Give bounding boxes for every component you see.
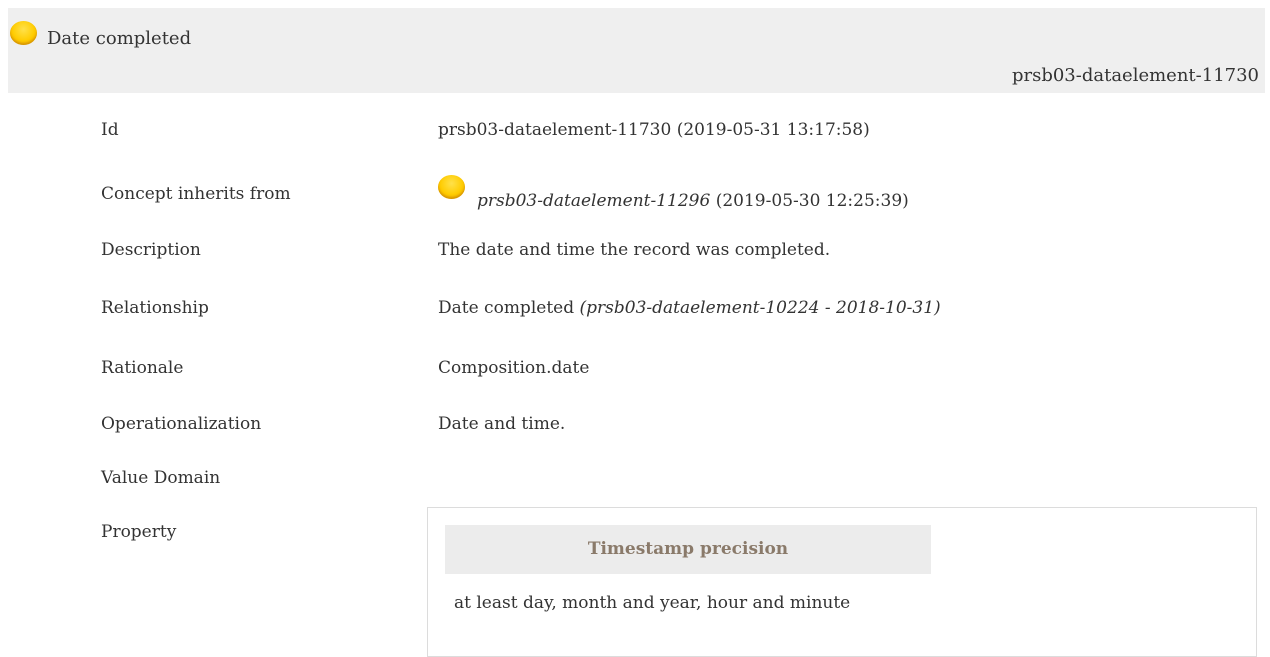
property-value: at least day, month and year, hour and m… <box>454 593 851 613</box>
row-rationale: Rationale Composition.date <box>0 358 1270 388</box>
relationship-ref: (prsb03-dataelement-10224 - 2018-10-31) <box>579 298 941 318</box>
label-property: Property <box>101 522 177 542</box>
label-relationship: Relationship <box>101 298 209 318</box>
property-panel: Timestamp precision at least day, month … <box>427 507 1257 657</box>
inherits-timestamp: (2019-05-30 12:25:39) <box>710 191 909 211</box>
value-rationale: Composition.date <box>438 358 590 378</box>
relationship-name: Date completed <box>438 298 580 318</box>
concept-id: prsb03-dataelement-11730 <box>1011 65 1259 86</box>
inherits-link[interactable]: prsb03-dataelement-11296 <box>477 191 710 211</box>
row-description: Description The date and time the record… <box>0 240 1270 270</box>
label-description: Description <box>101 240 201 260</box>
value-relationship: Date completed (prsb03-dataelement-10224… <box>438 298 941 318</box>
value-inherits: prsb03-dataelement-11296 (2019-05-30 12:… <box>438 175 909 211</box>
value-description: The date and time the record was complet… <box>438 240 831 260</box>
label-operationalization: Operationalization <box>101 414 262 434</box>
label-id: Id <box>101 120 119 140</box>
row-operationalization: Operationalization Date and time. <box>0 414 1270 444</box>
concept-header: Date completed prsb03-dataelement-11730 <box>8 8 1265 93</box>
value-operationalization: Date and time. <box>438 414 566 434</box>
value-id: prsb03-dataelement-11730 (2019-05-31 13:… <box>438 120 870 140</box>
row-id: Id prsb03-dataelement-11730 (2019-05-31 … <box>0 120 1270 150</box>
property-header: Timestamp precision <box>445 525 931 574</box>
row-inherits: Concept inherits from prsb03-dataelement… <box>0 175 1270 214</box>
status-circle-icon <box>10 21 37 45</box>
status-circle-icon <box>438 175 465 199</box>
label-value-domain: Value Domain <box>101 468 221 488</box>
label-rationale: Rationale <box>101 358 184 378</box>
row-relationship: Relationship Date completed (prsb03-data… <box>0 298 1270 328</box>
row-value-domain: Value Domain <box>0 468 1270 498</box>
concept-title: Date completed <box>47 28 192 49</box>
label-inherits: Concept inherits from <box>101 184 291 204</box>
